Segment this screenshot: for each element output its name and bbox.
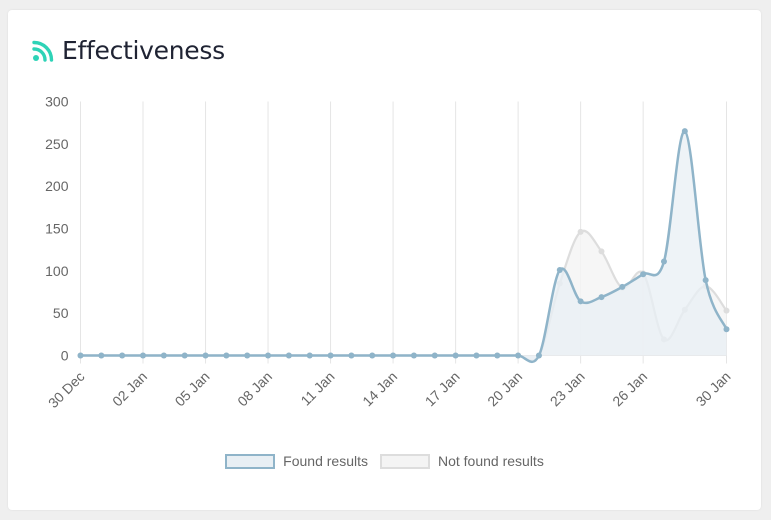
data-point [410, 352, 417, 359]
data-point [431, 352, 438, 359]
x-tick-label: 02 Jan [109, 368, 150, 409]
x-tick-label: 23 Jan [547, 368, 588, 409]
data-point [515, 352, 522, 359]
x-tick-label: 05 Jan [172, 368, 213, 409]
x-tick-label: 17 Jan [422, 368, 463, 409]
data-point [223, 352, 230, 359]
data-point [702, 277, 709, 284]
data-point [660, 258, 667, 265]
x-tick-label: 26 Jan [609, 368, 650, 409]
data-point [119, 352, 126, 359]
x-tick-label: 30 Jan [693, 368, 734, 409]
y-tick-label: 50 [53, 305, 69, 321]
effectiveness-card: Effectiveness 0 50 100 150 200 250 300 30 Dec 02… [8, 10, 761, 510]
y-tick-label: 200 [45, 178, 69, 194]
y-tick-label: 100 [45, 263, 69, 279]
legend-swatch [225, 453, 276, 469]
data-point [77, 352, 84, 359]
data-point [619, 283, 626, 290]
data-point [202, 352, 209, 359]
data-point [452, 352, 459, 359]
data-point [598, 248, 605, 255]
legend-label: Not found results [437, 453, 544, 469]
series-area-0 [80, 131, 727, 362]
data-point [723, 307, 730, 314]
x-tick-label: 14 Jan [359, 368, 400, 409]
x-tick-label: 20 Jan [484, 368, 525, 409]
chart-legend: Found results Not found results [8, 453, 761, 469]
data-point [181, 352, 188, 359]
data-point [681, 128, 688, 135]
data-point [244, 352, 251, 359]
data-point [556, 266, 563, 273]
y-tick-label: 150 [45, 221, 69, 237]
data-point [723, 326, 730, 333]
x-tick-label: 11 Jan [297, 368, 337, 408]
x-tick-label: 08 Jan [234, 368, 275, 409]
data-point [577, 298, 584, 305]
legend-swatch [379, 453, 430, 469]
data-point [327, 352, 334, 359]
y-tick-label: 300 [45, 94, 69, 110]
data-point [265, 352, 272, 359]
data-point [348, 352, 355, 359]
data-point [390, 352, 397, 359]
y-tick-label: 250 [45, 136, 69, 152]
legend-item[interactable]: Not found results [379, 453, 544, 469]
data-point [140, 352, 147, 359]
data-point [160, 352, 167, 359]
data-point [285, 352, 292, 359]
data-point [98, 352, 105, 359]
data-point [473, 352, 480, 359]
legend-item[interactable]: Found results [225, 453, 368, 469]
data-point [306, 352, 313, 359]
data-point [494, 352, 501, 359]
legend-label: Found results [283, 453, 368, 469]
effectiveness-chart: 0 50 100 150 200 250 300 30 Dec 02 Jan 05 Jan 08 J… [45, 94, 734, 411]
y-tick-label: 0 [61, 348, 69, 364]
data-point [369, 352, 376, 359]
data-point [577, 228, 584, 235]
data-point [640, 271, 647, 278]
x-tick-label: 30 Dec [45, 368, 88, 411]
data-point [535, 352, 542, 359]
data-point [598, 294, 605, 301]
